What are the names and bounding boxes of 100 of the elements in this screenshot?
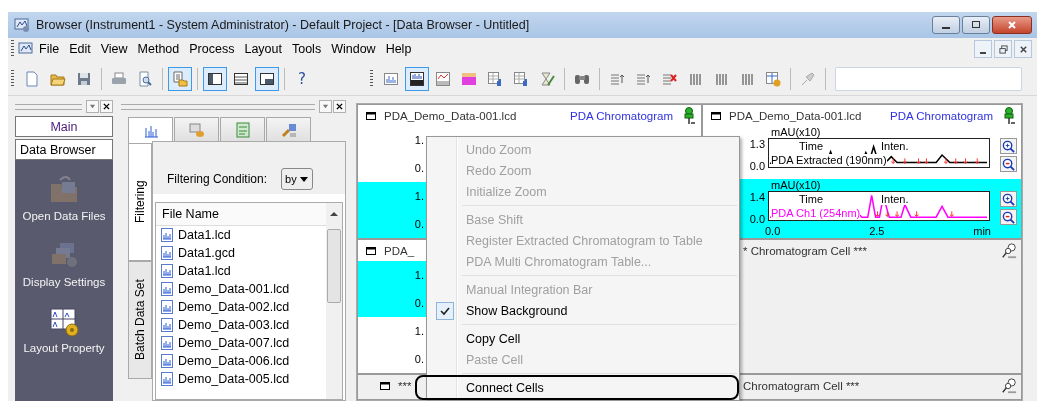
tick-label: 1. bbox=[414, 190, 424, 202]
zoom-out-button[interactable] bbox=[1000, 156, 1017, 172]
tick-label: 0. bbox=[414, 218, 424, 230]
menu-item[interactable]: Copy Cell bbox=[429, 328, 737, 349]
cell-type: PDA Chromatogram bbox=[570, 109, 673, 122]
column-header[interactable]: File Name bbox=[156, 203, 326, 226]
toolbar-field[interactable] bbox=[835, 66, 1022, 91]
chromatogram-file-icon bbox=[160, 228, 174, 242]
menu-item[interactable]: Process bbox=[184, 42, 240, 56]
nav-item-label[interactable]: Layout Property bbox=[23, 342, 105, 354]
cell-title: PDA_ bbox=[384, 244, 415, 257]
tick-label: 1.3 bbox=[749, 138, 765, 150]
file-name[interactable]: Data1.gcd bbox=[178, 246, 235, 260]
chromatogram-file-icon bbox=[160, 246, 174, 260]
cell-type: PDA Chromatogram bbox=[890, 109, 993, 122]
file-name[interactable]: Demo_Data-006.lcd bbox=[178, 354, 290, 368]
zoom-out-button[interactable] bbox=[1000, 209, 1017, 225]
pin-icon bbox=[800, 70, 816, 87]
menu-item[interactable]: Layout bbox=[239, 42, 287, 56]
menu-item[interactable]: File bbox=[34, 42, 65, 56]
minimize-icon bbox=[980, 51, 986, 54]
app-icon bbox=[14, 17, 30, 33]
restore-button[interactable] bbox=[994, 40, 1012, 58]
minimize-button[interactable] bbox=[932, 16, 960, 34]
pin-icon[interactable] bbox=[1001, 241, 1017, 260]
menu-item[interactable]: Show Background bbox=[429, 300, 737, 321]
minimize-button[interactable] bbox=[974, 40, 992, 58]
pda-chromatogram-icon bbox=[409, 70, 425, 87]
window-icon bbox=[366, 245, 376, 256]
browser-button[interactable] bbox=[168, 66, 192, 91]
pin-icon[interactable] bbox=[1001, 376, 1017, 395]
pda-chromatogram-button[interactable] bbox=[405, 66, 429, 91]
help-button[interactable]: ? bbox=[290, 66, 314, 91]
method-icon bbox=[188, 121, 205, 138]
maximize-button[interactable] bbox=[962, 16, 990, 34]
tick-label: min bbox=[973, 225, 991, 238]
minimize-icon bbox=[942, 26, 950, 29]
left-pane-layout-button[interactable] bbox=[203, 66, 227, 91]
window-icon bbox=[380, 380, 390, 391]
tick-label: 0.0 bbox=[749, 213, 765, 225]
dropdown-button[interactable] bbox=[86, 100, 99, 113]
file-name[interactable]: Demo_Data-005.lcd bbox=[178, 372, 290, 386]
file-name[interactable]: Demo_Data-003.lcd bbox=[178, 318, 290, 332]
document-icon bbox=[18, 41, 34, 57]
menu-item[interactable]: Window bbox=[326, 42, 381, 56]
spectrum-icon bbox=[435, 70, 451, 87]
menu-item[interactable]: Edit bbox=[64, 42, 96, 56]
caret-icon bbox=[89, 103, 96, 110]
file-name[interactable]: Data1.lcd bbox=[178, 264, 231, 278]
group-header[interactable]: Data Browser bbox=[15, 139, 113, 160]
chromatogram-file-icon bbox=[160, 372, 174, 386]
printer-icon bbox=[111, 70, 127, 87]
corner-layout-button[interactable] bbox=[255, 66, 279, 91]
grip-handle[interactable] bbox=[11, 69, 14, 88]
menu-item[interactable]: View bbox=[95, 42, 133, 56]
window-icon bbox=[711, 110, 721, 121]
tick-label: 1. bbox=[414, 269, 424, 281]
close-button[interactable] bbox=[100, 100, 113, 113]
tick-label: 0.0 bbox=[749, 160, 765, 172]
side-tab[interactable]: Batch Data Set bbox=[128, 261, 152, 379]
scrollbar[interactable] bbox=[326, 203, 342, 399]
cell-title: * Chromatogram Cell *** bbox=[743, 244, 867, 257]
filter-dropdown[interactable]: by bbox=[281, 168, 314, 190]
window-title: Browser (Instrument1 - System Administrator) - Default Project - [Data Browser - Untitled] bbox=[36, 18, 530, 32]
menu-item[interactable]: Method bbox=[132, 42, 185, 56]
close-icon bbox=[336, 103, 343, 110]
dropdown-button[interactable] bbox=[319, 100, 332, 113]
filter-label: Filtering Condition: bbox=[167, 172, 268, 186]
menu-item[interactable]: Connect Cells bbox=[417, 377, 737, 398]
batch-icon bbox=[280, 121, 297, 138]
side-tab[interactable]: Filtering bbox=[128, 143, 152, 261]
cell-title: PDA_Demo_Data-001.lcd bbox=[729, 109, 862, 122]
pin-icon[interactable] bbox=[1001, 106, 1017, 125]
file-name[interactable]: Demo_Data-001.lcd bbox=[178, 282, 290, 296]
maximize-icon bbox=[971, 20, 981, 30]
menu-item[interactable]: Tools bbox=[286, 42, 327, 56]
tick-label: 2.5 bbox=[869, 225, 885, 238]
zoom-in-button[interactable] bbox=[1000, 191, 1017, 207]
browser-icon bbox=[172, 70, 188, 87]
menu-item[interactable]: Help bbox=[380, 42, 417, 56]
grip-handle[interactable] bbox=[11, 40, 14, 58]
file-name[interactable]: Data1.lcd bbox=[178, 228, 231, 242]
group-header[interactable]: Main bbox=[15, 116, 113, 137]
scroll-up-icon[interactable] bbox=[330, 211, 338, 217]
trace-label: PDA Ch1 (254nm) bbox=[771, 207, 861, 219]
tick-label: 0.0 bbox=[765, 225, 781, 238]
close-button[interactable] bbox=[992, 16, 1032, 34]
zoom-in-button[interactable] bbox=[1000, 138, 1017, 154]
tick-label: 1. bbox=[414, 325, 424, 337]
close-button[interactable] bbox=[333, 100, 346, 113]
pin-icon[interactable] bbox=[681, 106, 697, 125]
file-name[interactable]: Demo_Data-007.lcd bbox=[178, 336, 290, 350]
legend-label: Time bbox=[799, 193, 824, 205]
grip-handle[interactable] bbox=[370, 69, 373, 88]
batch-tab[interactable] bbox=[266, 117, 311, 141]
tick-label: 0. bbox=[414, 297, 424, 309]
file-name[interactable]: Demo_Data-002.lcd bbox=[178, 300, 290, 314]
tick-label: 0. bbox=[414, 353, 424, 365]
legend-label: Inten. bbox=[881, 140, 909, 152]
chromatogram-file-icon bbox=[160, 264, 174, 278]
